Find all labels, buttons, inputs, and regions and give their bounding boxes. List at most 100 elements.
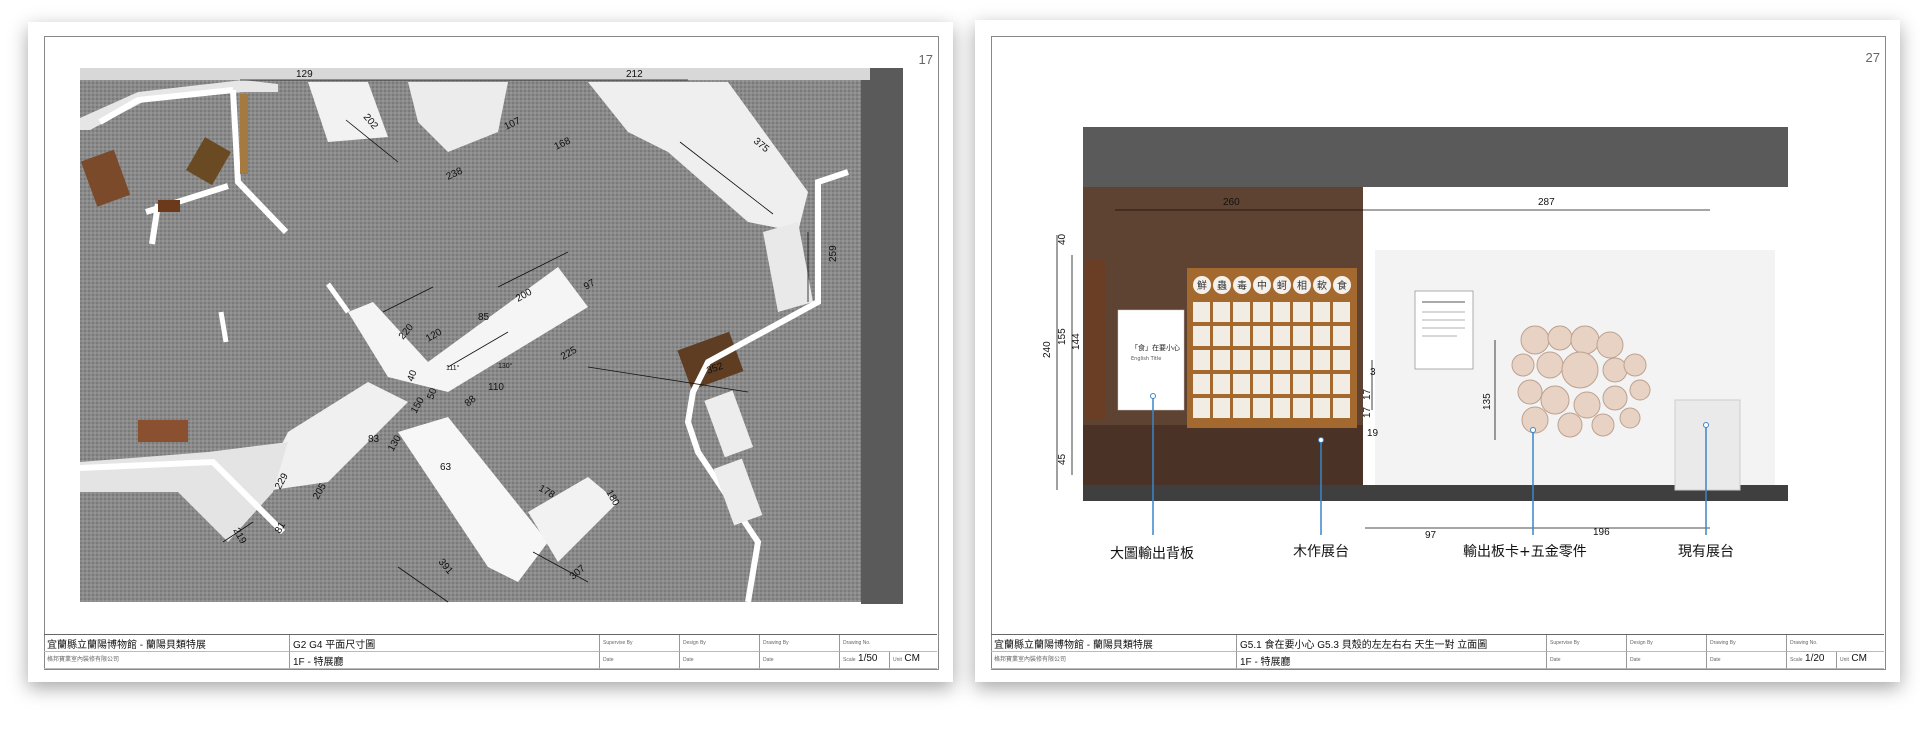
specimen-card (1213, 374, 1230, 394)
specimen-card (1253, 374, 1270, 394)
elevation-drawing: 「食」在要小心 English Title 鮮蟲毒中蚵相軟食 260 287 4… (1042, 127, 1788, 562)
dim-260: 260 (1223, 197, 1240, 208)
top-wall (80, 68, 870, 80)
left-design-label: Design By (683, 640, 706, 646)
right-unit-label: Unit (1840, 657, 1849, 663)
specimen-card (1213, 326, 1230, 346)
left-floor: 1F - 特展廳 (293, 657, 344, 668)
specimen-card (1193, 326, 1210, 346)
right-scale-label: Scale (1790, 657, 1803, 663)
specimen-card (1253, 302, 1270, 322)
left-date1-label: Date (603, 657, 614, 663)
specimen-card (1333, 326, 1350, 346)
left-drawing-title-cell: G2 G4 平面尺寸圖 (289, 635, 599, 652)
specimen-card (1193, 374, 1210, 394)
left-drawingno-cell: Drawing No. (839, 635, 937, 652)
left-drawingby-label: Drawing By (763, 640, 789, 646)
left-supervise-label: Supervise By (603, 640, 633, 646)
dim-83: 83 (368, 434, 380, 445)
dim-19: 19 (1367, 428, 1379, 439)
right-supervise-cell: Supervise By (1546, 635, 1626, 652)
right-unit-value: CM (1851, 653, 1867, 664)
specimen-card (1273, 326, 1290, 346)
dim-212: 212 (626, 69, 643, 80)
specimen-card (1273, 350, 1290, 370)
left-company-cell: 格邦寶業室內裝修有限公司 (44, 652, 289, 669)
left-date1-cell: Date (599, 652, 679, 669)
right-design-cell: Design By (1626, 635, 1706, 652)
specimen-card (1193, 350, 1210, 370)
specimen-card (1273, 302, 1290, 322)
specimen-card (1293, 326, 1310, 346)
right-date1-cell: Date (1546, 652, 1626, 669)
specimen-card (1193, 398, 1210, 418)
left-drawing-title: G2 G4 平面尺寸圖 (293, 640, 376, 651)
ceiling-band (1083, 127, 1788, 187)
callout-output-card: 輸出板卡+五金零件 (1463, 544, 1587, 560)
specimen-card (1293, 350, 1310, 370)
dim-63: 63 (440, 462, 452, 473)
dim-3: 3 (1370, 367, 1376, 378)
right-supervise-label: Supervise By (1550, 640, 1580, 646)
wood-table-3 (158, 200, 180, 212)
right-museum-name: 宜蘭縣立蘭陽博物館 - 蘭陽貝類特展 (994, 640, 1153, 651)
specimen-card (1233, 302, 1250, 322)
specimen-card (1313, 350, 1330, 370)
right-drawing-title: G5.1 食在要小心 G5.3 貝殼的左左右右 天生一對 立面圖 (1240, 640, 1488, 651)
dim-97: 97 (1425, 530, 1437, 541)
right-drawingno-cell: Drawing No. (1786, 635, 1884, 652)
wood-rack (240, 94, 248, 174)
callout-existing-stand: 現有展台 (1678, 544, 1734, 560)
wood-bench (138, 420, 188, 442)
right-drawingby-label: Drawing By (1710, 640, 1736, 646)
right-floor-cell: 1F - 特展廳 (1236, 652, 1546, 669)
right-date2-label: Date (1630, 657, 1641, 663)
left-unit-label: Unit (893, 657, 902, 663)
panel-title: 「食」在要小心 (1131, 343, 1180, 352)
dim-40: 40 (1057, 233, 1068, 245)
specimen-card (1233, 350, 1250, 370)
left-title-block: 宜蘭縣立蘭陽博物館 - 蘭陽貝類特展 格邦寶業室內裝修有限公司 G2 G4 平面… (44, 634, 937, 669)
left-scale-label: Scale (843, 657, 856, 663)
right-date3-label: Date (1710, 657, 1721, 663)
left-drawingby-cell: Drawing By (759, 635, 839, 652)
left-date3-label: Date (763, 657, 774, 663)
left-museum-cell: 宜蘭縣立蘭陽博物館 - 蘭陽貝類特展 (44, 635, 289, 652)
specimen-card (1233, 374, 1250, 394)
right-drawing-sheet: 27 「食」在要小心 English Title 鮮蟲毒中蚵相軟食 260 28… (975, 20, 1900, 682)
right-wall (861, 68, 903, 604)
left-unit-value: CM (904, 653, 920, 664)
specimen-card (1293, 398, 1310, 418)
specimen-card (1213, 350, 1230, 370)
left-scale-cell: Scale 1/50 (839, 652, 889, 669)
dim-129: 129 (296, 69, 313, 80)
right-drawingno-label: Drawing No. (1790, 640, 1818, 646)
specimen-card (1213, 398, 1230, 418)
character-tile-label: 相 (1297, 279, 1307, 292)
specimen-card (1333, 302, 1350, 322)
existing-stand (1674, 399, 1741, 491)
character-tile-label: 蚵 (1277, 280, 1287, 292)
dim-17a: 17 (1362, 388, 1373, 400)
callout-backboard: 大圖輸出背板 (1110, 546, 1194, 562)
specimen-card (1313, 302, 1330, 322)
specimen-card (1333, 398, 1350, 418)
character-tile-label: 食 (1337, 279, 1347, 292)
dim-110: 110 (488, 382, 504, 393)
left-date3-cell: Date (759, 652, 839, 669)
right-museum-cell: 宜蘭縣立蘭陽博物館 - 蘭陽貝類特展 (991, 635, 1236, 652)
character-tile-label: 軟 (1317, 279, 1327, 292)
dim-45: 45 (1057, 453, 1068, 465)
dim-240: 240 (1042, 341, 1053, 358)
callout-wood-stand: 木作展台 (1293, 544, 1349, 560)
dim-17b: 17 (1362, 406, 1373, 418)
specimen-card (1313, 398, 1330, 418)
character-tile-label: 鮮 (1197, 279, 1207, 292)
right-design-label: Design By (1630, 640, 1653, 646)
specimen-card (1233, 398, 1250, 418)
right-drawingby-cell: Drawing By (1706, 635, 1786, 652)
dim-144: 144 (1071, 333, 1082, 350)
specimen-card (1293, 302, 1310, 322)
character-tile-label: 蟲 (1217, 279, 1227, 292)
left-unit-cell: Unit CM (889, 652, 937, 669)
